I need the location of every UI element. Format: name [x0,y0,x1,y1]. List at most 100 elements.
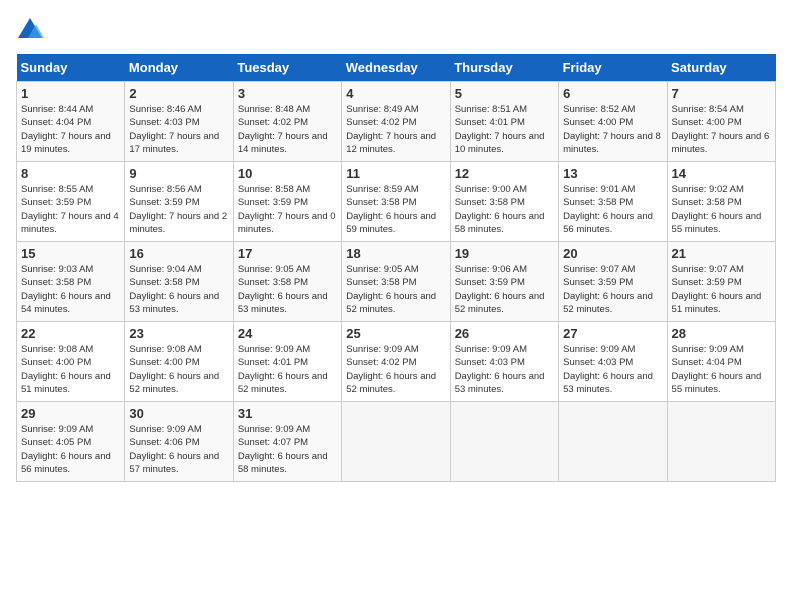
day-info: Sunrise: 9:01 AMSunset: 3:58 PMDaylight:… [563,184,653,235]
weekday-header: Sunday [17,54,125,82]
calendar-cell: 1 Sunrise: 8:44 AMSunset: 4:04 PMDayligh… [17,82,125,162]
day-info: Sunrise: 8:51 AMSunset: 4:01 PMDaylight:… [455,104,545,155]
calendar-cell: 26 Sunrise: 9:09 AMSunset: 4:03 PMDaylig… [450,322,558,402]
day-number: 11 [346,166,445,181]
day-info: Sunrise: 8:52 AMSunset: 4:00 PMDaylight:… [563,104,661,155]
day-number: 23 [129,326,228,341]
day-number: 20 [563,246,662,261]
day-info: Sunrise: 9:05 AMSunset: 3:58 PMDaylight:… [346,264,436,315]
calendar-cell: 10 Sunrise: 8:58 AMSunset: 3:59 PMDaylig… [233,162,341,242]
day-info: Sunrise: 8:59 AMSunset: 3:58 PMDaylight:… [346,184,436,235]
weekday-header: Monday [125,54,233,82]
calendar-cell: 7 Sunrise: 8:54 AMSunset: 4:00 PMDayligh… [667,82,775,162]
calendar-table: SundayMondayTuesdayWednesdayThursdayFrid… [16,54,776,482]
weekday-header: Wednesday [342,54,450,82]
day-number: 14 [672,166,771,181]
day-number: 9 [129,166,228,181]
day-number: 25 [346,326,445,341]
calendar-cell: 17 Sunrise: 9:05 AMSunset: 3:58 PMDaylig… [233,242,341,322]
calendar-cell [342,402,450,482]
day-number: 5 [455,86,554,101]
day-info: Sunrise: 9:09 AMSunset: 4:07 PMDaylight:… [238,424,328,475]
day-info: Sunrise: 9:08 AMSunset: 4:00 PMDaylight:… [129,344,219,395]
calendar-cell [559,402,667,482]
day-info: Sunrise: 8:48 AMSunset: 4:02 PMDaylight:… [238,104,328,155]
day-number: 27 [563,326,662,341]
calendar-week-row: 29 Sunrise: 9:09 AMSunset: 4:05 PMDaylig… [17,402,776,482]
day-number: 12 [455,166,554,181]
calendar-cell: 16 Sunrise: 9:04 AMSunset: 3:58 PMDaylig… [125,242,233,322]
day-number: 30 [129,406,228,421]
day-number: 22 [21,326,120,341]
day-number: 3 [238,86,337,101]
calendar-cell: 6 Sunrise: 8:52 AMSunset: 4:00 PMDayligh… [559,82,667,162]
day-number: 13 [563,166,662,181]
day-info: Sunrise: 8:58 AMSunset: 3:59 PMDaylight:… [238,184,336,235]
day-number: 19 [455,246,554,261]
day-info: Sunrise: 9:06 AMSunset: 3:59 PMDaylight:… [455,264,545,315]
day-info: Sunrise: 8:49 AMSunset: 4:02 PMDaylight:… [346,104,436,155]
calendar-cell: 9 Sunrise: 8:56 AMSunset: 3:59 PMDayligh… [125,162,233,242]
day-info: Sunrise: 8:55 AMSunset: 3:59 PMDaylight:… [21,184,119,235]
weekday-header-row: SundayMondayTuesdayWednesdayThursdayFrid… [17,54,776,82]
day-number: 2 [129,86,228,101]
day-info: Sunrise: 8:44 AMSunset: 4:04 PMDaylight:… [21,104,111,155]
calendar-cell: 2 Sunrise: 8:46 AMSunset: 4:03 PMDayligh… [125,82,233,162]
calendar-cell: 23 Sunrise: 9:08 AMSunset: 4:00 PMDaylig… [125,322,233,402]
weekday-header: Friday [559,54,667,82]
day-info: Sunrise: 9:09 AMSunset: 4:01 PMDaylight:… [238,344,328,395]
calendar-week-row: 15 Sunrise: 9:03 AMSunset: 3:58 PMDaylig… [17,242,776,322]
day-number: 1 [21,86,120,101]
day-number: 16 [129,246,228,261]
calendar-cell: 12 Sunrise: 9:00 AMSunset: 3:58 PMDaylig… [450,162,558,242]
calendar-cell: 28 Sunrise: 9:09 AMSunset: 4:04 PMDaylig… [667,322,775,402]
day-info: Sunrise: 9:07 AMSunset: 3:59 PMDaylight:… [563,264,653,315]
calendar-week-row: 1 Sunrise: 8:44 AMSunset: 4:04 PMDayligh… [17,82,776,162]
day-info: Sunrise: 9:09 AMSunset: 4:06 PMDaylight:… [129,424,219,475]
day-number: 29 [21,406,120,421]
calendar-cell: 30 Sunrise: 9:09 AMSunset: 4:06 PMDaylig… [125,402,233,482]
calendar-cell: 5 Sunrise: 8:51 AMSunset: 4:01 PMDayligh… [450,82,558,162]
calendar-week-row: 8 Sunrise: 8:55 AMSunset: 3:59 PMDayligh… [17,162,776,242]
day-info: Sunrise: 9:05 AMSunset: 3:58 PMDaylight:… [238,264,328,315]
calendar-cell: 29 Sunrise: 9:09 AMSunset: 4:05 PMDaylig… [17,402,125,482]
day-info: Sunrise: 9:00 AMSunset: 3:58 PMDaylight:… [455,184,545,235]
day-number: 28 [672,326,771,341]
day-number: 21 [672,246,771,261]
calendar-cell: 18 Sunrise: 9:05 AMSunset: 3:58 PMDaylig… [342,242,450,322]
calendar-cell: 27 Sunrise: 9:09 AMSunset: 4:03 PMDaylig… [559,322,667,402]
day-info: Sunrise: 9:09 AMSunset: 4:05 PMDaylight:… [21,424,111,475]
weekday-header: Saturday [667,54,775,82]
logo-icon [16,16,44,44]
day-info: Sunrise: 9:08 AMSunset: 4:00 PMDaylight:… [21,344,111,395]
day-info: Sunrise: 9:04 AMSunset: 3:58 PMDaylight:… [129,264,219,315]
day-number: 17 [238,246,337,261]
calendar-cell [667,402,775,482]
logo [16,16,48,44]
day-number: 26 [455,326,554,341]
calendar-cell: 3 Sunrise: 8:48 AMSunset: 4:02 PMDayligh… [233,82,341,162]
weekday-header: Thursday [450,54,558,82]
calendar-cell [450,402,558,482]
day-info: Sunrise: 8:56 AMSunset: 3:59 PMDaylight:… [129,184,227,235]
calendar-cell: 20 Sunrise: 9:07 AMSunset: 3:59 PMDaylig… [559,242,667,322]
day-number: 8 [21,166,120,181]
day-info: Sunrise: 9:09 AMSunset: 4:04 PMDaylight:… [672,344,762,395]
day-info: Sunrise: 8:54 AMSunset: 4:00 PMDaylight:… [672,104,770,155]
day-info: Sunrise: 9:03 AMSunset: 3:58 PMDaylight:… [21,264,111,315]
day-number: 31 [238,406,337,421]
day-number: 10 [238,166,337,181]
day-info: Sunrise: 9:07 AMSunset: 3:59 PMDaylight:… [672,264,762,315]
calendar-cell: 15 Sunrise: 9:03 AMSunset: 3:58 PMDaylig… [17,242,125,322]
calendar-cell: 21 Sunrise: 9:07 AMSunset: 3:59 PMDaylig… [667,242,775,322]
calendar-cell: 31 Sunrise: 9:09 AMSunset: 4:07 PMDaylig… [233,402,341,482]
day-number: 18 [346,246,445,261]
calendar-cell: 24 Sunrise: 9:09 AMSunset: 4:01 PMDaylig… [233,322,341,402]
day-info: Sunrise: 9:09 AMSunset: 4:02 PMDaylight:… [346,344,436,395]
day-info: Sunrise: 9:02 AMSunset: 3:58 PMDaylight:… [672,184,762,235]
calendar-cell: 11 Sunrise: 8:59 AMSunset: 3:58 PMDaylig… [342,162,450,242]
calendar-cell: 19 Sunrise: 9:06 AMSunset: 3:59 PMDaylig… [450,242,558,322]
weekday-header: Tuesday [233,54,341,82]
day-number: 4 [346,86,445,101]
day-number: 7 [672,86,771,101]
